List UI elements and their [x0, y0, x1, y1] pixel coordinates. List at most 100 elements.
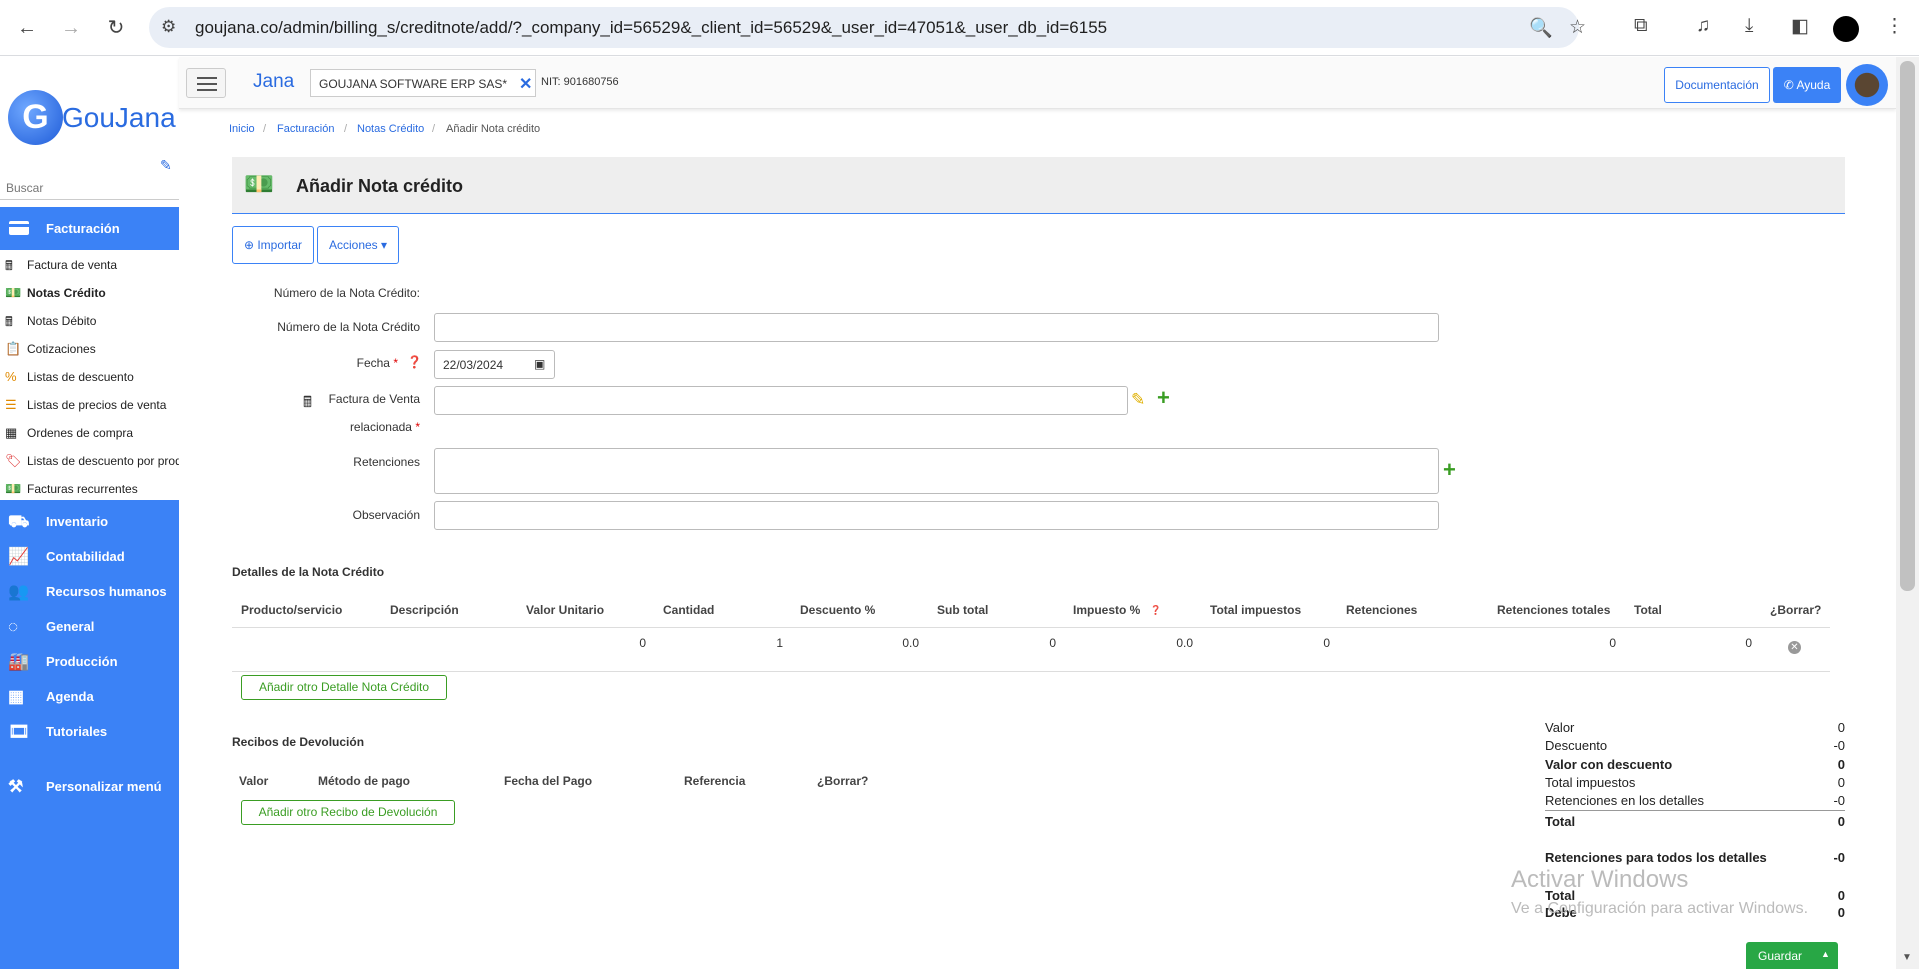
- sidebar-item-notas-debito[interactable]: 🖩 Notas Débito: [0, 307, 179, 335]
- cell-descuento[interactable]: 0.0: [853, 636, 919, 650]
- cell-sub-total: 0: [1049, 636, 1056, 650]
- column-header: Fecha del Pago: [504, 774, 593, 788]
- total-value: 0: [1837, 775, 1845, 790]
- observation-input[interactable]: [434, 501, 1439, 530]
- close-icon[interactable]: ✕: [519, 74, 532, 94]
- back-icon[interactable]: ←: [13, 14, 41, 42]
- total-value: -0: [1833, 793, 1845, 808]
- help-button[interactable]: ✆ Ayuda: [1773, 67, 1841, 103]
- add-receipt-button[interactable]: Añadir otro Recibo de Devolución: [241, 800, 455, 825]
- sidebar-item-factura-de-venta[interactable]: 🖩 Factura de venta: [0, 251, 179, 279]
- page-header: 💵 Añadir Nota crédito: [232, 157, 1845, 214]
- sidebar-item-tutoriales[interactable]: 🎞 Tutoriales: [0, 714, 179, 749]
- money-icon: 💵: [5, 481, 22, 496]
- column-header: ¿Borrar?: [817, 774, 869, 788]
- sidebar-item-inventario[interactable]: ⛟ Inventario: [0, 504, 179, 539]
- profile-avatar[interactable]: [1833, 16, 1859, 42]
- caret-up-icon[interactable]: ▲: [1821, 949, 1830, 959]
- sidebar-search-input[interactable]: Buscar: [0, 176, 179, 200]
- breadcrumb-facturacion[interactable]: Facturación: [277, 123, 334, 135]
- site-info-icon[interactable]: ⚙: [161, 17, 176, 37]
- sidebar-item-listas-de-precios[interactable]: ☰ Listas de precios de venta: [0, 391, 179, 419]
- add-retention-plus-icon[interactable]: +: [1443, 457, 1456, 483]
- sidebar: G GouJana ✎ Buscar Facturación 🖩 Factura …: [0, 57, 179, 969]
- related-invoice-input[interactable]: [434, 386, 1128, 415]
- total-label: Total impuestos: [1545, 775, 1636, 790]
- sidebar-item-facturacion[interactable]: Facturación: [0, 207, 179, 250]
- help-question-icon[interactable]: ❓: [1150, 605, 1161, 616]
- add-detail-button[interactable]: Añadir otro Detalle Nota Crédito: [241, 675, 447, 700]
- bookmark-star-icon[interactable]: ☆: [1569, 16, 1586, 39]
- circle-notch-icon: ◌: [8, 617, 19, 636]
- sidebar-item-agenda[interactable]: ▦ Agenda: [0, 679, 179, 714]
- url-text[interactable]: goujana.co/admin/billing_s/creditnote/ad…: [195, 18, 1107, 38]
- edit-pencil-icon[interactable]: ✎: [1131, 390, 1145, 410]
- retentions-select[interactable]: [434, 448, 1439, 494]
- side-panel-icon[interactable]: ◧: [1791, 15, 1809, 38]
- cell-cantidad[interactable]: 1: [717, 636, 783, 650]
- sidebar-item-listas-descuento-producto[interactable]: 🏷Listas de descuento por producto: [0, 447, 179, 475]
- column-header: Cantidad: [663, 603, 715, 617]
- actions-dropdown[interactable]: Acciones ▾: [317, 226, 399, 264]
- goujana-logo[interactable]: G GouJana: [8, 90, 176, 150]
- extensions-icon[interactable]: ⧉: [1634, 15, 1648, 37]
- cell-valor-unitario[interactable]: 0: [580, 636, 646, 650]
- column-header: Descripción: [390, 603, 459, 617]
- sidebar-item-ordenes-de-compra[interactable]: ▦ Ordenes de compra: [0, 419, 179, 447]
- total-value: -0: [1833, 850, 1845, 865]
- address-bar[interactable]: ⚙ goujana.co/admin/billing_s/creditnote/…: [149, 7, 1586, 48]
- cell-impuesto[interactable]: 0.0: [1127, 636, 1193, 650]
- forward-icon[interactable]: →: [57, 14, 85, 42]
- column-header: Descuento %: [800, 603, 876, 617]
- column-header: Valor Unitario: [526, 603, 605, 617]
- related-invoice-label-2: relacionada *: [349, 420, 420, 434]
- column-header: Retenciones totales: [1497, 603, 1611, 617]
- hamburger-menu-button[interactable]: [186, 68, 226, 98]
- column-header: Producto/servicio: [241, 603, 343, 617]
- credit-note-number-input[interactable]: [434, 313, 1439, 342]
- breadcrumb-inicio[interactable]: Inicio: [229, 123, 255, 135]
- breadcrumb-current: Añadir Nota crédito: [446, 123, 541, 135]
- zoom-icon[interactable]: 🔍: [1529, 16, 1553, 40]
- calendar-icon[interactable]: ▣: [534, 357, 545, 371]
- sidebar-item-produccion[interactable]: 🏭 Producción: [0, 644, 179, 679]
- column-header: Retenciones: [1346, 603, 1418, 617]
- download-icon[interactable]: ⤓: [1745, 15, 1753, 37]
- user-avatar[interactable]: [1846, 64, 1888, 106]
- save-button[interactable]: Guardar ▲: [1746, 942, 1838, 969]
- sidebar-item-listas-de-descuento[interactable]: % Listas de descuento: [0, 363, 179, 391]
- cell-total-impuestos: 0: [1323, 636, 1330, 650]
- media-icon[interactable]: ♫: [1696, 15, 1710, 37]
- sidebar-item-notas-credito[interactable]: 💵 Notas Crédito: [0, 279, 179, 307]
- whatsapp-icon: ✆: [1783, 78, 1797, 92]
- documentation-button[interactable]: Documentación: [1664, 67, 1770, 103]
- scrollbar-thumb[interactable]: [1900, 61, 1915, 591]
- sidebar-item-recursos-humanos[interactable]: 👥 Recursos humanos: [0, 574, 179, 609]
- upload-icon: ⊕: [243, 238, 258, 252]
- browser-menu-icon[interactable]: ⋮: [1885, 15, 1904, 38]
- total-value: -0: [1833, 738, 1845, 753]
- retentions-label: Retenciones: [353, 455, 420, 469]
- company-selector[interactable]: GOUJANA SOFTWARE ERP SAS* ✕: [310, 69, 536, 97]
- sidebar-item-cotizaciones[interactable]: 📋 Cotizaciones: [0, 335, 179, 363]
- sidebar-item-contabilidad[interactable]: 📈 Contabilidad: [0, 539, 179, 574]
- breadcrumb-notas-credito[interactable]: Notas Crédito: [357, 123, 424, 135]
- pencil-icon[interactable]: ✎: [160, 157, 172, 174]
- divider: [1545, 810, 1845, 811]
- sidebar-item-general[interactable]: ◌ General: [0, 609, 179, 644]
- date-input[interactable]: 22/03/2024 ▣: [434, 350, 555, 379]
- page-scrollbar[interactable]: ▼: [1896, 57, 1919, 969]
- page-title: Añadir Nota crédito: [296, 176, 464, 196]
- add-invoice-plus-icon[interactable]: +: [1157, 385, 1170, 411]
- sidebar-item-personalizar-menu[interactable]: ⚒ Personalizar menú: [0, 769, 179, 804]
- sidebar-item-facturas-recurrentes[interactable]: 💵 Facturas recurrentes: [0, 475, 179, 503]
- receipts-section-title: Recibos de Devolución: [232, 735, 365, 749]
- help-question-icon[interactable]: ❓: [407, 355, 422, 369]
- brand-logo[interactable]: Jana: [253, 71, 294, 93]
- company-name: GOUJANA SOFTWARE ERP SAS*: [319, 77, 508, 91]
- scroll-down-icon[interactable]: ▼: [1902, 952, 1912, 963]
- import-button[interactable]: ⊕ Importar: [232, 226, 314, 264]
- column-header: Total: [1634, 603, 1662, 617]
- delete-row-icon[interactable]: ✕: [1788, 641, 1801, 654]
- reload-icon[interactable]: ↻: [102, 14, 130, 42]
